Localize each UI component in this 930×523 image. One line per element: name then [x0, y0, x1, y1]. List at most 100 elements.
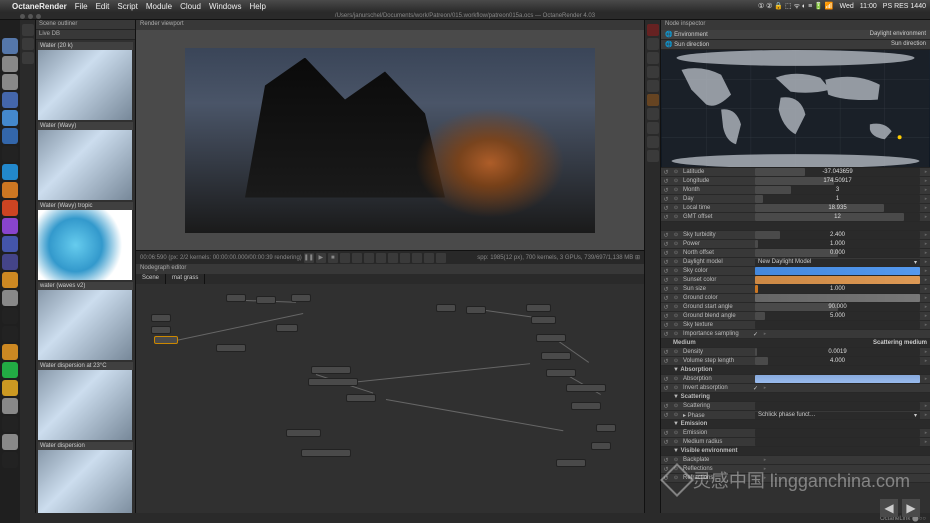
menu-cloud[interactable]: Cloud [180, 2, 201, 11]
property-row[interactable]: ↺⊙Backplate▸ [661, 456, 930, 465]
reset-icon[interactable]: ↺ [661, 402, 671, 410]
zoom-icon[interactable] [36, 14, 41, 19]
toolbar-icon[interactable] [364, 253, 374, 263]
property-row[interactable]: ↺⊙Sky texture▸ [661, 321, 930, 330]
reset-icon[interactable]: ↺ [661, 456, 671, 464]
tool-icon[interactable] [22, 38, 34, 50]
property-row[interactable]: ↺⊙Importance sampling✓▸ [661, 330, 930, 339]
dock-app-icon[interactable] [2, 362, 18, 378]
property-row[interactable]: ↺⊙Density0.0019▸ [661, 348, 930, 357]
property-color[interactable] [755, 375, 920, 383]
property-row[interactable]: ↺⊙Sunset color▸ [661, 276, 930, 285]
dock-app-icon[interactable] [2, 56, 18, 72]
menu-help[interactable]: Help [249, 2, 265, 11]
link-icon[interactable]: ⊙ [671, 267, 681, 275]
property-color[interactable] [755, 294, 920, 302]
reset-icon[interactable]: ↺ [661, 195, 671, 203]
dock-app-icon[interactable] [2, 380, 18, 396]
property-row[interactable]: ▼ Scattering [661, 393, 930, 402]
expand-icon[interactable]: ▸ [761, 466, 769, 472]
expand-icon[interactable]: ▸ [922, 295, 930, 301]
link-icon[interactable]: ⊙ [671, 213, 681, 221]
menu-windows[interactable]: Windows [209, 2, 241, 11]
tool-icon[interactable] [647, 136, 659, 148]
property-row[interactable]: ↺⊙▸ PhaseSchlick phase funct…▾▸ [661, 411, 930, 420]
property-row[interactable]: ▼ Visible environment [661, 447, 930, 456]
expand-icon[interactable]: ▸ [922, 403, 930, 409]
dock-app-icon[interactable] [2, 290, 18, 306]
material-thumb-item[interactable]: Water dispersion at 23°C [38, 362, 133, 440]
toolbar-icon[interactable] [388, 253, 398, 263]
link-icon[interactable]: ⊙ [671, 195, 681, 203]
property-text[interactable] [755, 438, 920, 446]
dock-app-icon[interactable] [2, 128, 18, 144]
property-row[interactable]: ▼ Emission [661, 420, 930, 429]
tool-icon[interactable] [647, 122, 659, 134]
link-icon[interactable]: ⊙ [671, 168, 681, 176]
expand-icon[interactable]: ▸ [922, 178, 930, 184]
dock-app-icon[interactable] [2, 452, 18, 468]
tool-icon[interactable] [647, 24, 659, 36]
link-icon[interactable]: ⊙ [671, 357, 681, 365]
expand-icon[interactable]: ▸ [761, 475, 769, 481]
reset-icon[interactable]: ↺ [661, 177, 671, 185]
property-text[interactable] [755, 402, 920, 410]
expand-icon[interactable]: ▸ [922, 358, 930, 364]
property-slider[interactable]: 12 [755, 213, 920, 221]
link-icon[interactable]: ⊙ [671, 375, 681, 383]
graph-node[interactable] [436, 304, 456, 312]
property-row[interactable]: ↺⊙Refractions▸ [661, 474, 930, 483]
property-color[interactable] [755, 276, 920, 284]
link-icon[interactable]: ⊙ [671, 303, 681, 311]
toolbar-icon[interactable] [412, 253, 422, 263]
reset-icon[interactable]: ↺ [661, 429, 671, 437]
toolbar-icon[interactable] [352, 253, 362, 263]
property-row[interactable]: ↺⊙Reflections▸ [661, 465, 930, 474]
link-icon[interactable]: ⊙ [671, 258, 681, 266]
tool-icon[interactable] [647, 66, 659, 78]
property-dropdown[interactable]: New Daylight Model▾ [755, 259, 920, 266]
link-icon[interactable]: ⊙ [671, 438, 681, 446]
tool-icon[interactable] [647, 80, 659, 92]
property-row[interactable]: ↺⊙Sky turbidity2.400▸ [661, 231, 930, 240]
link-icon[interactable]: ⊙ [671, 294, 681, 302]
property-slider[interactable]: 1.000 [755, 240, 920, 248]
reset-icon[interactable]: ↺ [661, 474, 671, 482]
link-icon[interactable]: ⊙ [671, 240, 681, 248]
traffic-lights[interactable] [20, 14, 41, 19]
tool-icon[interactable] [647, 150, 659, 162]
expand-icon[interactable]: ▸ [922, 187, 930, 193]
graph-node[interactable] [346, 394, 376, 402]
expand-icon[interactable]: ▸ [922, 268, 930, 274]
reset-icon[interactable]: ↺ [661, 258, 671, 266]
dock-app-icon[interactable] [2, 218, 18, 234]
graph-node[interactable] [596, 424, 616, 432]
property-slider[interactable]: 3 [755, 186, 920, 194]
expand-icon[interactable]: ▸ [922, 241, 930, 247]
link-icon[interactable]: ⊙ [671, 276, 681, 284]
livedb-tab[interactable]: Live DB [36, 30, 135, 40]
reset-icon[interactable]: ↺ [661, 321, 671, 329]
dock-app-icon[interactable] [2, 164, 18, 180]
property-row[interactable]: MediumScattering medium [661, 339, 930, 348]
reset-icon[interactable]: ↺ [661, 357, 671, 365]
expand-icon[interactable]: ▸ [922, 232, 930, 238]
dock-app-icon[interactable] [2, 200, 18, 216]
property-slider[interactable]: 2.400 [755, 231, 920, 239]
graph-node[interactable] [286, 429, 321, 437]
graph-node[interactable] [566, 384, 606, 392]
nav-next-button[interactable]: ▶ [902, 499, 920, 517]
dock-app-icon[interactable] [2, 110, 18, 126]
property-row[interactable]: ↺⊙Power1.000▸ [661, 240, 930, 249]
property-row[interactable]: ▼ Absorption [661, 366, 930, 375]
graph-node[interactable] [311, 366, 351, 374]
expand-icon[interactable]: ▸ [922, 196, 930, 202]
dock-app-icon[interactable] [2, 74, 18, 90]
property-row[interactable]: ↺⊙Emission▸ [661, 429, 930, 438]
expand-icon[interactable]: ▸ [922, 286, 930, 292]
material-thumb-item[interactable]: Water (Wavy) tropic [38, 202, 133, 280]
link-icon[interactable]: ⊙ [671, 321, 681, 329]
reset-icon[interactable]: ↺ [661, 330, 671, 338]
toolbar-icon[interactable] [424, 253, 434, 263]
property-slider[interactable]: 90.000 [755, 303, 920, 311]
